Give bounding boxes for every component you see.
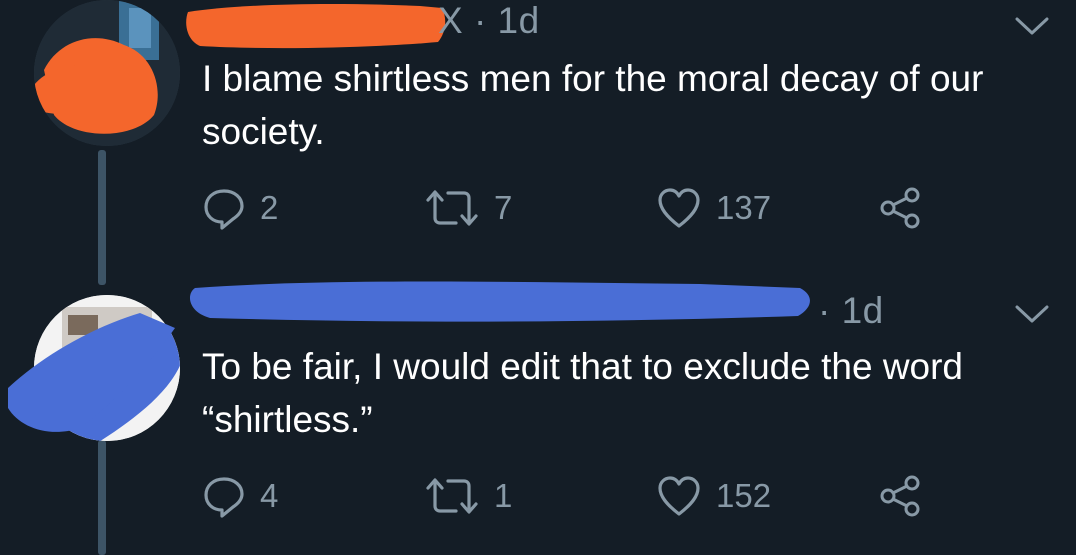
retweet-button[interactable]: 7 (424, 186, 512, 230)
author-name-redaction (186, 4, 446, 49)
avatar-photo (34, 0, 180, 146)
like-count: 137 (716, 189, 772, 226)
retweet-icon (426, 190, 478, 226)
reply-count: 4 (260, 477, 279, 514)
chevron-down-icon[interactable] (1014, 14, 1050, 38)
reply-count: 2 (260, 189, 279, 226)
thread-line-upper (98, 150, 106, 285)
thread-line-lower (98, 440, 106, 555)
reply-bubble-icon (204, 477, 244, 518)
tweet-timestamp: X · 1d (438, 0, 540, 41)
like-button[interactable]: 152 (656, 474, 771, 518)
share-icon (880, 475, 920, 517)
reply-bubble-icon (204, 189, 244, 230)
reply-button[interactable]: 2 (202, 186, 278, 230)
heart-icon (658, 476, 700, 516)
tweet-text: I blame shirtless men for the moral deca… (202, 58, 984, 152)
retweet-count: 7 (494, 189, 513, 226)
share-icon (880, 187, 920, 229)
like-count: 152 (716, 477, 772, 514)
retweet-button[interactable]: 1 (424, 474, 512, 518)
tweet-text: To be fair, I would edit that to exclude… (202, 346, 964, 440)
timeline: X · 1d I blame shirtless men for the mor… (0, 0, 1076, 555)
share-button[interactable] (878, 186, 922, 230)
retweet-icon (426, 478, 478, 514)
heart-icon (658, 188, 700, 228)
reply-button[interactable]: 4 (202, 474, 278, 518)
retweet-count: 1 (494, 477, 513, 514)
like-button[interactable]: 137 (656, 186, 771, 230)
share-button[interactable] (878, 474, 922, 518)
tweet-timestamp: · 1d (818, 290, 884, 331)
avatar[interactable] (34, 0, 180, 146)
chevron-down-icon[interactable] (1014, 302, 1050, 326)
